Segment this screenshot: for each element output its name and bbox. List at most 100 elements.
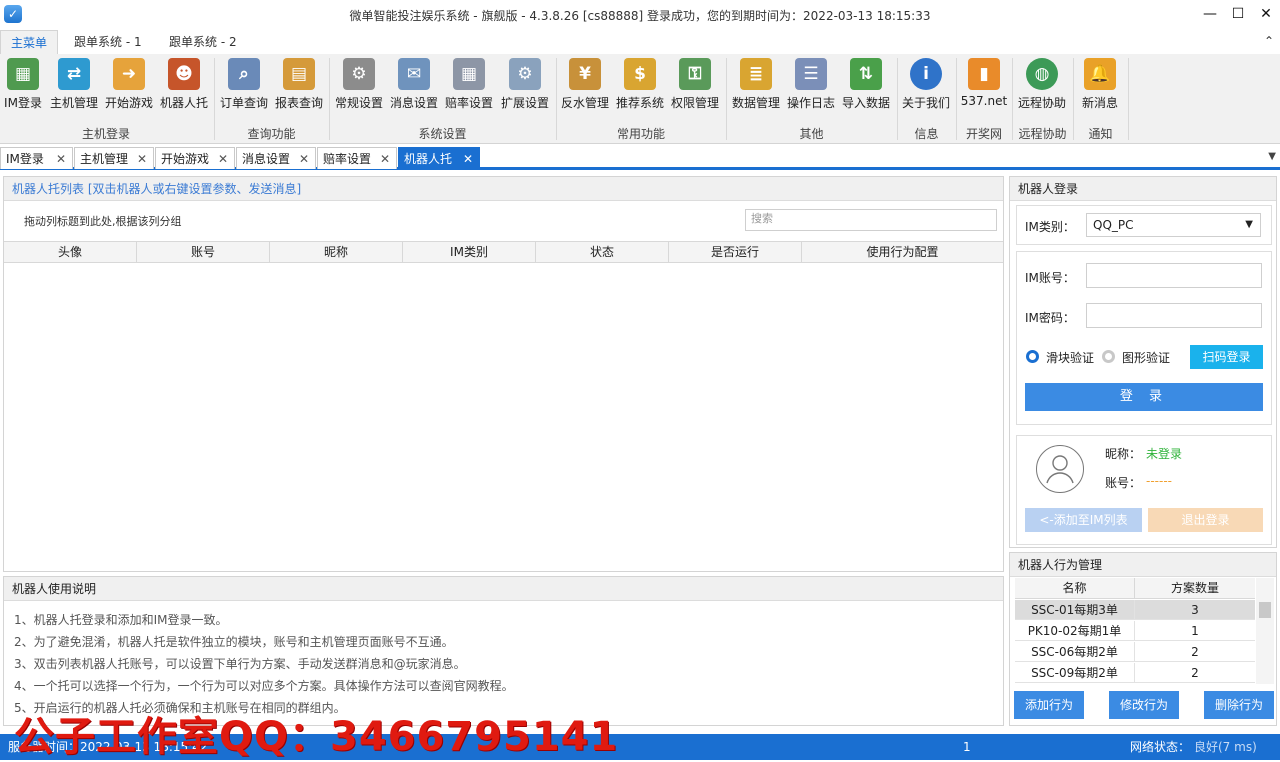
tab-im-login[interactable]: IM登录 ✕ — [0, 147, 73, 169]
message-settings-label: 消息设置 — [389, 96, 438, 110]
new-message-button[interactable]: 🔔 新消息 — [1077, 56, 1123, 112]
scrollbar-thumb[interactable] — [1259, 602, 1271, 618]
ribbon-tab-follow-1[interactable]: 跟单系统 - 1 — [64, 30, 152, 54]
tab-host-manage[interactable]: 主机管理 ✕ — [74, 147, 154, 169]
extension-settings-icon: ⚙ — [509, 58, 541, 90]
column-header-nickname[interactable]: 昵称 — [270, 242, 403, 263]
tab-message-settings[interactable]: 消息设置 ✕ — [236, 147, 316, 169]
nickname-value: 未登录 — [1146, 447, 1183, 461]
tab-start-game[interactable]: 开始游戏 ✕ — [155, 147, 235, 169]
maximize-button[interactable]: ☐ — [1226, 3, 1250, 25]
permission-label: 权限管理 — [670, 96, 719, 110]
login-button[interactable]: 登 录 — [1025, 383, 1263, 411]
tab-label: 机器人托 — [404, 152, 453, 166]
im-type-value: QQ_PC — [1093, 218, 1134, 232]
chevron-down-icon: ▼ — [1245, 219, 1253, 230]
user-icon — [1046, 455, 1074, 484]
add-to-im-list-button[interactable]: <-添加至IM列表 — [1025, 508, 1142, 532]
column-header-name[interactable]: 名称 — [1015, 578, 1135, 599]
table-row[interactable]: SSC-01每期3单 3 — [1015, 600, 1255, 620]
column-header-account[interactable]: 账号 — [137, 242, 270, 263]
im-password-input[interactable] — [1086, 303, 1262, 328]
tab-label: 主机管理 — [80, 152, 129, 166]
robot-button[interactable]: ☻ 机器人托 — [157, 56, 211, 112]
search-input[interactable]: 搜索 — [745, 209, 997, 231]
behavior-name: SSC-09每期2单 — [1015, 663, 1135, 683]
watermark-text: 公子工作室QQ：3466795141 — [14, 714, 619, 760]
grid-header: 头像 账号 昵称 IM类别 状态 是否运行 使用行为配置 — [4, 241, 1003, 263]
general-settings-label: 常规设置 — [334, 96, 383, 110]
avatar — [1036, 445, 1084, 493]
permission-button[interactable]: ⚿ 权限管理 — [669, 56, 721, 112]
close-icon[interactable]: ✕ — [463, 148, 473, 170]
im-type-select[interactable]: QQ_PC ▼ — [1086, 213, 1261, 237]
general-settings-button[interactable]: ⚙ 常规设置 — [333, 56, 385, 112]
scan-login-button[interactable]: 扫码登录 — [1190, 345, 1263, 369]
tab-dropdown-icon[interactable]: ▼ — [1268, 151, 1276, 162]
document-tab-strip: IM登录 ✕ 主机管理 ✕ 开始游戏 ✕ 消息设置 ✕ 赔率设置 ✕ 机器人托 ✕ ▼ — [0, 146, 1280, 170]
start-game-button[interactable]: ➜ 开始游戏 — [103, 56, 155, 112]
edit-behavior-button[interactable]: 修改行为 — [1109, 691, 1179, 719]
database-icon: ≣ — [740, 58, 772, 90]
close-icon[interactable]: ✕ — [218, 148, 228, 170]
column-header-plan-count[interactable]: 方案数量 — [1135, 578, 1255, 599]
extension-settings-button[interactable]: ⚙ 扩展设置 — [498, 56, 552, 112]
lottery-site-button[interactable]: ▮ 537.net — [959, 56, 1009, 112]
plan-count: 2 — [1191, 666, 1199, 680]
group-label-other: 其他 — [799, 127, 824, 141]
new-message-label: 新消息 — [1081, 96, 1118, 110]
message-settings-button[interactable]: ✉ 消息设置 — [388, 56, 440, 112]
start-game-label: 开始游戏 — [104, 96, 153, 110]
robot-list-title: 机器人托列表 [双击机器人或右键设置参数、发送消息] — [12, 182, 302, 196]
column-header-avatar[interactable]: 头像 — [4, 242, 137, 263]
rebate-button[interactable]: ¥ 反水管理 — [559, 56, 611, 112]
im-login-button[interactable]: ▦ IM登录 — [0, 56, 46, 112]
recommend-label: 推荐系统 — [615, 96, 664, 110]
close-button[interactable]: ✕ — [1254, 3, 1278, 25]
group-by-hint[interactable]: 拖动列标题到此处,根据该列分组 — [24, 213, 182, 229]
logout-button[interactable]: 退出登录 — [1148, 508, 1263, 532]
close-icon[interactable]: ✕ — [56, 148, 66, 170]
odds-settings-button[interactable]: ▦ 赔率设置 — [443, 56, 495, 112]
report-search-button[interactable]: ▤ 报表查询 — [273, 56, 325, 112]
notes-title: 机器人使用说明 — [4, 577, 1003, 601]
close-icon[interactable]: ✕ — [137, 148, 147, 170]
report-search-label: 报表查询 — [274, 96, 323, 110]
minimize-button[interactable]: — — [1198, 3, 1222, 25]
image-verify-label[interactable]: 图形验证 — [1122, 349, 1170, 366]
import-button[interactable]: ⇅ 导入数据 — [840, 56, 892, 112]
column-header-im-type[interactable]: IM类别 — [403, 242, 536, 263]
slider-verify-label[interactable]: 滑块验证 — [1046, 349, 1094, 366]
im-password-label: IM密码： — [1025, 311, 1075, 325]
host-manage-button[interactable]: ⇄ 主机管理 — [47, 56, 101, 112]
close-icon[interactable]: ✕ — [380, 148, 390, 170]
table-row[interactable]: SSC-09每期2单 2 — [1015, 663, 1255, 683]
table-row[interactable]: SSC-06每期2单 2 — [1015, 642, 1255, 662]
im-account-input[interactable] — [1086, 263, 1262, 288]
log-button[interactable]: ☰ 操作日志 — [785, 56, 837, 112]
column-header-behavior[interactable]: 使用行为配置 — [802, 242, 1003, 263]
recommend-button[interactable]: $ 推荐系统 — [614, 56, 666, 112]
nickname-label: 昵称： — [1105, 447, 1142, 461]
about-button[interactable]: i 关于我们 — [900, 56, 952, 112]
table-row[interactable]: PK10-02每期1单 1 — [1015, 621, 1255, 641]
close-icon[interactable]: ✕ — [299, 148, 309, 170]
tab-robot[interactable]: 机器人托 ✕ — [398, 147, 480, 169]
ribbon-tab-follow-2[interactable]: 跟单系统 - 2 — [159, 30, 247, 54]
delete-behavior-button[interactable]: 删除行为 — [1204, 691, 1274, 719]
column-header-running[interactable]: 是否运行 — [669, 242, 802, 263]
order-search-button[interactable]: ⌕ 订单查询 — [218, 56, 270, 112]
database-button[interactable]: ≣ 数据管理 — [730, 56, 782, 112]
status-count: 1 — [963, 740, 971, 754]
ribbon-tab-main[interactable]: 主菜单 — [0, 30, 59, 54]
bar-chart-icon: ▮ — [968, 58, 1000, 90]
image-verify-radio[interactable] — [1102, 350, 1115, 363]
remote-assist-button[interactable]: ◍ 远程协助 — [1015, 56, 1069, 112]
scrollbar[interactable] — [1256, 578, 1274, 684]
rebate-label: 反水管理 — [560, 96, 609, 110]
tab-odds-settings[interactable]: 赔率设置 ✕ — [317, 147, 397, 169]
slider-verify-radio[interactable] — [1026, 350, 1039, 363]
column-header-status[interactable]: 状态 — [536, 242, 669, 263]
add-behavior-button[interactable]: 添加行为 — [1014, 691, 1084, 719]
ribbon-collapse-icon[interactable]: ⌃ — [1264, 34, 1274, 48]
